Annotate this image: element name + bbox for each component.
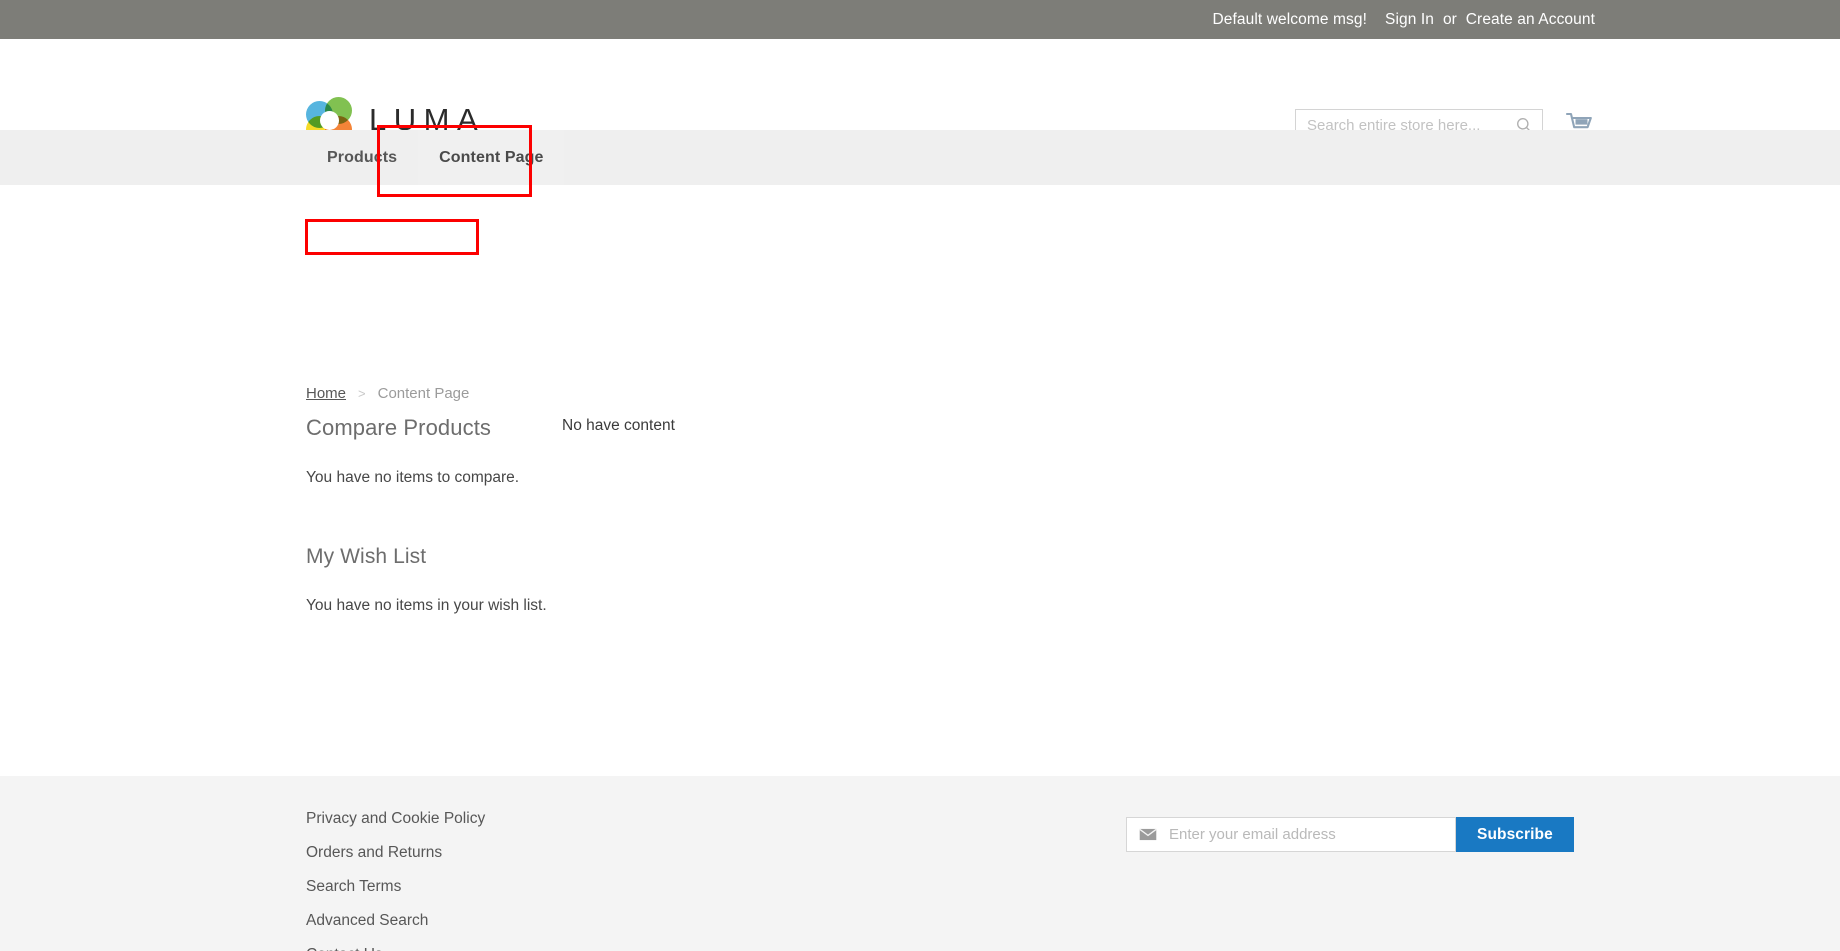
envelope-icon <box>1139 828 1157 841</box>
breadcrumb-current: Content Page <box>377 385 470 402</box>
or-separator: or <box>1442 10 1457 28</box>
sidebar: Compare Products You have no items to co… <box>306 415 596 615</box>
footer-link-orders-returns[interactable]: Orders and Returns <box>306 844 485 862</box>
compare-products-empty-text: You have no items to compare. <box>306 469 520 486</box>
footer-link-contact-us[interactable]: Contact Us <box>306 946 485 951</box>
create-account-link[interactable]: Create an Account <box>1466 11 1595 29</box>
page-footer: Privacy and Cookie Policy Orders and Ret… <box>0 776 1840 951</box>
sign-in-link[interactable]: Sign In <box>1385 11 1434 29</box>
top-utility-bar: Default welcome msg! Sign In or Create a… <box>0 0 1840 39</box>
main-content-text: No have content <box>562 417 675 434</box>
breadcrumb-separator-icon: > <box>358 386 366 401</box>
wish-list-title: My Wish List <box>306 545 427 568</box>
logo-center-hole <box>320 111 339 130</box>
nav-item-content-page[interactable]: Content Page <box>418 130 565 185</box>
wish-list-empty-text: You have no items in your wish list. <box>306 597 547 614</box>
footer-link-advanced-search[interactable]: Advanced Search <box>306 912 485 930</box>
subscribe-button[interactable]: Subscribe <box>1456 817 1574 852</box>
main-navigation: Products Content Page <box>0 130 1840 185</box>
welcome-message: Default welcome msg! <box>1212 10 1367 28</box>
breadcrumb: Home > Content Page <box>306 385 469 402</box>
newsletter-field-wrap[interactable] <box>1126 817 1456 852</box>
newsletter-signup: Subscribe <box>1126 817 1574 852</box>
breadcrumb-home-link[interactable]: Home <box>306 385 346 402</box>
page-body: Home > Content Page Compare Products You… <box>0 185 1840 776</box>
page-header: LUMA <box>0 39 1840 143</box>
nav-item-products[interactable]: Products <box>306 130 418 185</box>
newsletter-email-input[interactable] <box>1167 818 1455 851</box>
footer-link-search-terms[interactable]: Search Terms <box>306 878 485 896</box>
compare-products-title: Compare Products <box>306 415 492 440</box>
footer-link-privacy[interactable]: Privacy and Cookie Policy <box>306 810 485 828</box>
footer-link-list: Privacy and Cookie Policy Orders and Ret… <box>306 810 485 951</box>
